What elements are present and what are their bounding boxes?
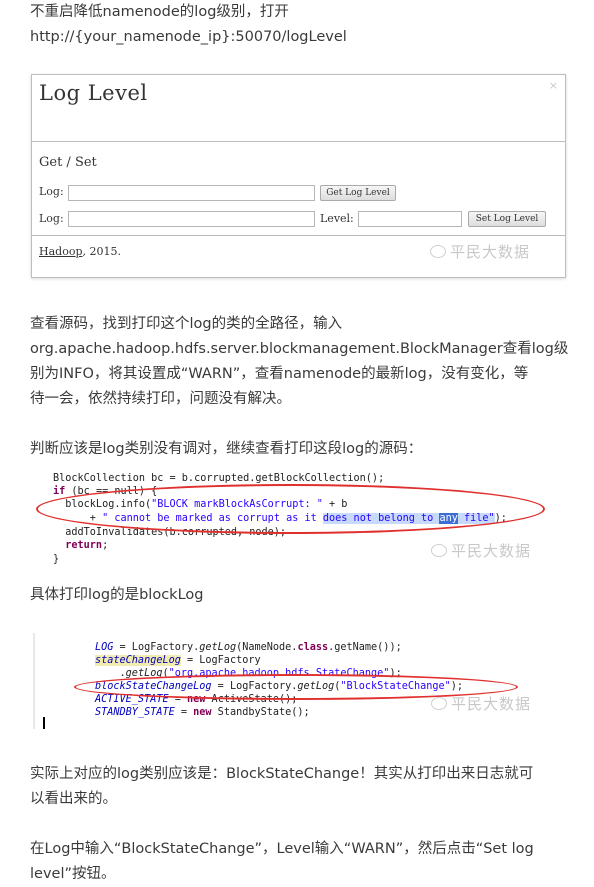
level-label: Level: [320, 212, 354, 225]
code-line: BlockCollection bc = b.corrupted.getBloc… [53, 473, 385, 484]
intro-line-1: 不重启降低namenode的log级别，打开 [30, 4, 289, 20]
get-set-heading: Get / Set [39, 155, 97, 170]
highlight-ellipse [36, 484, 545, 534]
footer: Hadoop, 2015. [39, 245, 121, 258]
log-input-set[interactable] [68, 211, 315, 227]
code-line: stateChangeLog = LogFactory [95, 655, 261, 666]
log-label-get: Log: [39, 185, 64, 198]
intro-url: http://{your_namenode_ip}:50070/logLevel [30, 29, 347, 45]
wechat-icon [431, 544, 447, 557]
divider [32, 235, 565, 236]
get-log-level-button[interactable]: Get Log Level [320, 185, 396, 201]
code-line: return; [53, 540, 109, 551]
divider [32, 141, 565, 142]
text-cursor [43, 717, 45, 729]
log-input-get[interactable] [68, 185, 315, 201]
para5-line1: 实际上对应的log类别应该是：BlockStateChange！其实从打印出来日… [30, 766, 534, 782]
para3: 判断应该是log类别没有调对，继续查看打印这段log的源码： [30, 441, 423, 457]
wechat-icon [431, 697, 447, 710]
para2-line3: 别为INFO，将其设置成“WARN”，查看namenode的最新log，没有变化… [30, 366, 529, 382]
para6-line1: 在Log中输入“BlockStateChange”，Level输入“WARN”，… [30, 841, 534, 857]
wechat-icon [430, 245, 446, 258]
para2-line4: 待一会，依然持续打印，问题没有解决。 [30, 391, 291, 407]
log-label-set: Log: [39, 212, 64, 225]
code-snippet-1: BlockCollection bc = b.corrupted.getBloc… [33, 470, 565, 575]
level-input[interactable] [358, 211, 462, 227]
loglevel-title: Log Level [39, 81, 148, 105]
para4: 具体打印log的是blockLog [30, 587, 204, 603]
footer-year: , 2015. [82, 245, 121, 258]
set-log-level-button[interactable]: Set Log Level [468, 211, 546, 227]
code-snippet-2: LOG = LogFactory.getLog(NameNode.class.g… [33, 633, 565, 729]
code-gutter [33, 633, 35, 729]
para6-line2: level”按钮。 [30, 866, 116, 882]
code-line: } [53, 554, 60, 565]
para2-line1: 查看源码，找到打印这个log的类的全路径，输入 [30, 316, 343, 332]
code-line: LOG = LogFactory.getLog(NameNode.class.g… [95, 642, 402, 653]
watermark: 平民大数据 [431, 693, 531, 714]
hadoop-link[interactable]: Hadoop [39, 245, 82, 258]
loglevel-screenshot: Log Level × Get / Set Log: Get Log Level… [31, 74, 566, 278]
para5-line2: 以看出来的。 [30, 791, 117, 807]
para2-line2: org.apache.hadoop.hdfs.server.blockmanag… [30, 341, 569, 357]
code-line: STANDBY_STATE = new StandbyState(); [95, 707, 310, 718]
watermark: 平民大数据 [430, 241, 530, 262]
watermark: 平民大数据 [431, 540, 531, 561]
close-icon[interactable]: × [549, 79, 558, 92]
